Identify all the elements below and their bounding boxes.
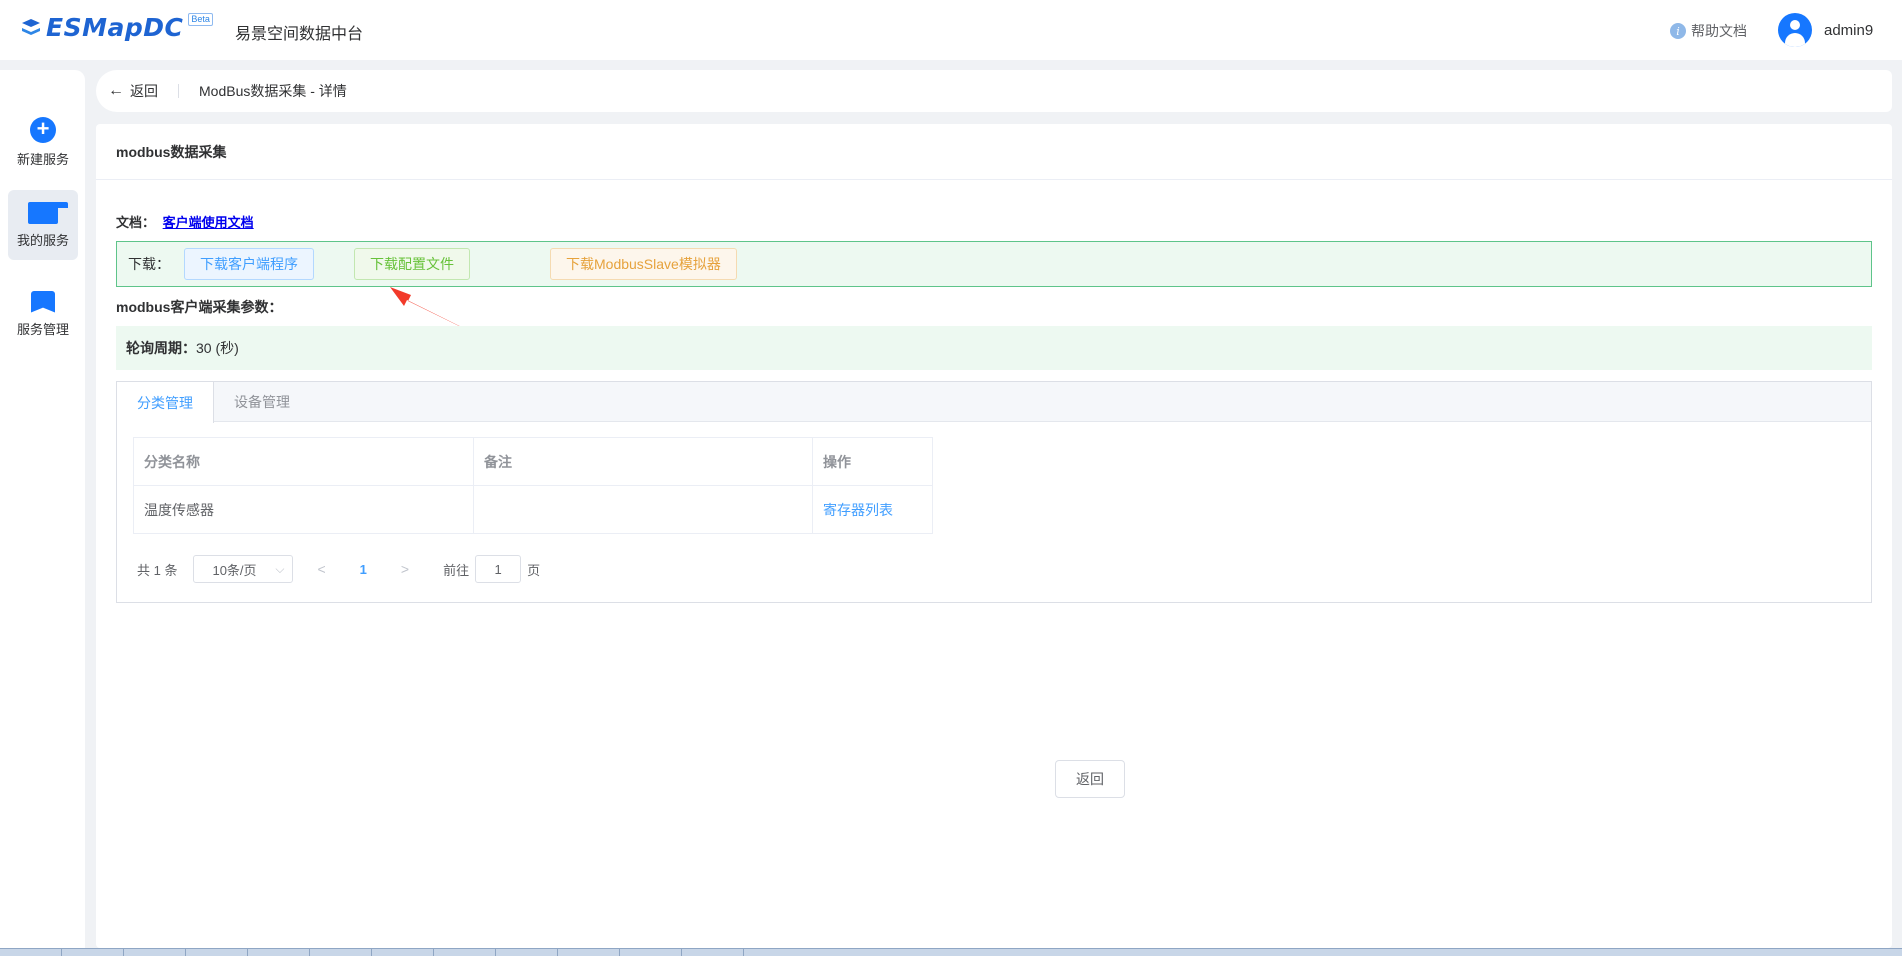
- taskbar-item[interactable]: [314, 949, 372, 956]
- next-page-icon[interactable]: >: [401, 561, 409, 577]
- page-suffix: 页: [527, 562, 541, 578]
- taskbar-item[interactable]: [66, 949, 124, 956]
- user-menu[interactable]: admin9: [1778, 13, 1873, 47]
- taskbar-item[interactable]: [562, 949, 620, 956]
- column-header: 备注: [473, 437, 813, 486]
- poll-label: 轮询周期：: [126, 340, 196, 356]
- doc-line: 文档： 客户端使用文档: [116, 212, 254, 231]
- page-size-select[interactable]: 10条/页 ⌵: [193, 555, 294, 583]
- taskbar-item[interactable]: [190, 949, 248, 956]
- tab-device-management[interactable]: 设备管理: [214, 382, 310, 422]
- download-client-button[interactable]: 下载客户端程序: [184, 248, 314, 280]
- goto-label: 前往: [443, 562, 470, 578]
- download-label: 下载：: [128, 256, 170, 272]
- top-navbar: ESMapDC Beta 易景空间数据中台 i 帮助文档 admin9: [0, 0, 1902, 60]
- tabs-header: 分类管理 设备管理: [117, 382, 1871, 423]
- category-table: 分类名称 备注 操作 温度传感器 寄存器列表: [133, 437, 933, 534]
- logo-mark-icon: [22, 18, 40, 35]
- register-list-link[interactable]: 寄存器列表: [823, 502, 893, 518]
- column-header: 分类名称: [133, 437, 474, 486]
- help-docs-label: 帮助文档: [1691, 23, 1747, 39]
- sidebar-item-my-services[interactable]: 我的服务: [8, 190, 78, 260]
- pagination: 共 1 条 10条/页 ⌵ < 1 > 前往 1 页: [137, 555, 540, 583]
- return-button[interactable]: 返回: [1055, 760, 1125, 798]
- sidebar-item-label: 新建服务: [16, 151, 69, 167]
- download-config-button[interactable]: 下载配置文件: [354, 248, 470, 280]
- plus-circle-icon: +: [30, 116, 56, 143]
- category-name-cell: 温度传感器: [133, 485, 474, 534]
- taskbar-item[interactable]: [624, 949, 682, 956]
- goto-page-input[interactable]: 1: [475, 555, 522, 583]
- logo[interactable]: ESMapDC Beta: [20, 13, 213, 42]
- help-docs-link[interactable]: i 帮助文档: [1670, 21, 1747, 41]
- tabs-card: 分类管理 设备管理 分类名称 备注 操作 温度传感器 寄存器列表 共 1 条 1…: [116, 381, 1872, 603]
- detail-card: modbus数据采集 文档： 客户端使用文档 下载： 下载客户端程序 下载配置文…: [96, 124, 1892, 948]
- taskbar-item[interactable]: [4, 949, 62, 956]
- tab-category-management[interactable]: 分类管理: [117, 382, 214, 423]
- total-count: 共 1 条: [137, 562, 178, 578]
- username: admin9: [1824, 21, 1874, 39]
- doc-label: 文档：: [116, 215, 156, 230]
- back-link[interactable]: ← 返回: [108, 81, 158, 101]
- sidebar-item-label: 服务管理: [16, 321, 69, 337]
- remark-cell: [473, 485, 813, 534]
- table-header-row: 分类名称 备注 操作: [133, 437, 933, 486]
- taskbar-item[interactable]: [438, 949, 496, 956]
- action-cell: 寄存器列表: [812, 485, 933, 534]
- taskbar-item[interactable]: [128, 949, 186, 956]
- download-bar: 下载： 下载客户端程序 下载配置文件 下载ModbusSlave模拟器: [116, 241, 1872, 287]
- params-box: 轮询周期： 30 (秒): [116, 326, 1872, 370]
- download-modbus-slave-button[interactable]: 下载ModbusSlave模拟器: [550, 248, 737, 280]
- chevron-down-icon: ⌵: [275, 561, 285, 576]
- os-taskbar: [0, 948, 1902, 956]
- beta-badge: Beta: [188, 13, 213, 26]
- folder-icon: [28, 201, 68, 224]
- page-size-value: 10条/页: [212, 562, 257, 578]
- arrow-left-icon: ←: [108, 82, 124, 99]
- taskbar-item[interactable]: [686, 949, 744, 956]
- taskbar-item[interactable]: [500, 949, 558, 956]
- page-title: ModBus数据采集 - 详情: [199, 83, 347, 99]
- bookmark-icon: [31, 290, 55, 313]
- back-label: 返回: [130, 83, 158, 99]
- poll-value: 30 (秒): [196, 340, 239, 356]
- page-number[interactable]: 1: [360, 562, 367, 577]
- platform-name: 易景空间数据中台: [235, 26, 364, 43]
- info-icon: i: [1670, 23, 1686, 39]
- taskbar-item[interactable]: [376, 949, 434, 956]
- card-title: modbus数据采集: [96, 124, 1892, 180]
- logo-text: ESMapDC: [46, 13, 184, 42]
- avatar: [1778, 13, 1812, 47]
- table-row: 温度传感器 寄存器列表: [133, 485, 933, 534]
- prev-page-icon[interactable]: <: [317, 561, 325, 577]
- column-header: 操作: [812, 437, 933, 486]
- sidebar-item-new-service[interactable]: + 新建服务: [8, 107, 78, 177]
- breadcrumb-divider: [178, 84, 179, 98]
- breadcrumb: ← 返回 ModBus数据采集 - 详情: [96, 70, 1892, 112]
- params-title: modbus客户端采集参数：: [116, 299, 283, 315]
- sidebar-item-label: 我的服务: [16, 232, 69, 248]
- sidebar: + 新建服务 我的服务 服务管理: [0, 70, 85, 956]
- taskbar-item[interactable]: [252, 949, 310, 956]
- sidebar-item-service-management[interactable]: 服务管理: [8, 279, 78, 349]
- client-doc-link[interactable]: 客户端使用文档: [163, 215, 254, 230]
